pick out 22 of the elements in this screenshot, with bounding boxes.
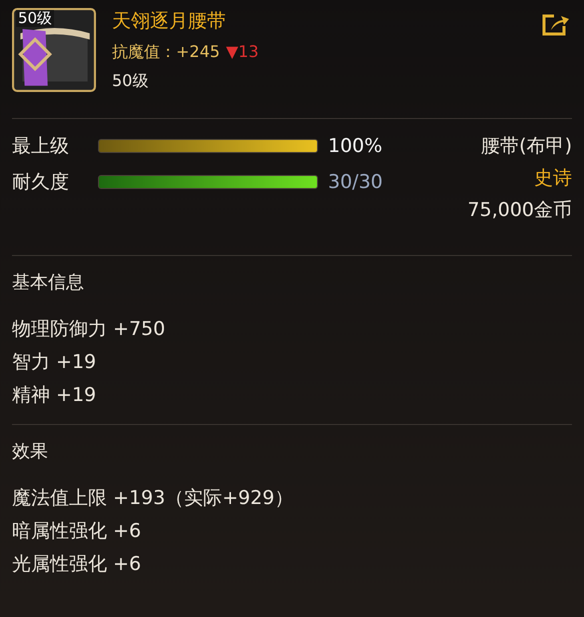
section-title: 基本信息 xyxy=(12,271,85,294)
item-name: 天翎逐月腰带 xyxy=(112,9,227,34)
attribute-line: 精神 +19 xyxy=(12,383,98,408)
bar-label: 耐久度 xyxy=(12,170,70,195)
item-rarity: 史诗 xyxy=(534,166,572,191)
attribute-line: 魔法值上限 +193（实际+929） xyxy=(12,486,294,511)
bar-reading: 30/30 xyxy=(328,171,383,193)
item-price: 75,000金币 xyxy=(468,198,572,223)
stat-change: ▼13 xyxy=(226,42,259,63)
attribute-line: 暗属性强化 +6 xyxy=(12,519,142,544)
item-type: 腰带(布甲) xyxy=(481,134,572,159)
attribute-line: 智力 +19 xyxy=(12,350,98,375)
level-label: 50级 xyxy=(16,10,54,27)
attribute-line: 物理防御力 +750 xyxy=(12,317,166,342)
stat-value: 抗魔值：+245 xyxy=(112,42,220,63)
attribute-line: 光属性强化 +6 xyxy=(12,552,142,577)
bar-label: 最上级 xyxy=(12,134,70,159)
section-title: 效果 xyxy=(12,440,49,463)
belt-icon xyxy=(12,8,96,92)
bar-reading: 100% xyxy=(328,135,382,157)
share-icon xyxy=(540,12,570,38)
item-level: 50级 xyxy=(112,71,150,92)
